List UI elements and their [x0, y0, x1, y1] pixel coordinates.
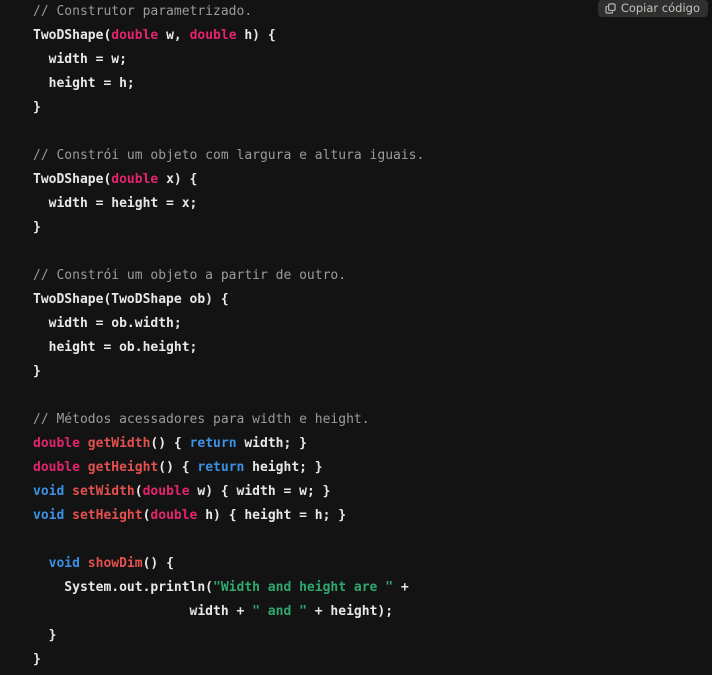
code-content[interactable]: // Construtor parametrizado. TwoDShape(do…	[33, 0, 424, 672]
code-token: }	[33, 364, 41, 379]
code-line: System.out.println("Width and height are…	[33, 576, 424, 600]
code-token: width = w;	[33, 52, 127, 67]
code-token: w,	[158, 28, 190, 43]
code-token: + height);	[306, 604, 394, 619]
code-token: void	[48, 556, 80, 571]
code-line: }	[33, 216, 424, 240]
code-line: double getWidth() { return width; }	[33, 432, 424, 456]
code-token: width; }	[236, 436, 307, 451]
code-token: // Constrói um objeto com largura e altu…	[33, 148, 425, 163]
code-line: // Constrói um objeto com largura e altu…	[33, 144, 424, 168]
code-token: TwoDShape(	[33, 172, 112, 187]
copy-code-label: Copiar código	[620, 1, 700, 15]
code-token: getHeight	[87, 460, 159, 475]
code-token: double	[142, 484, 190, 499]
code-token: double	[111, 28, 159, 43]
code-token: void	[33, 484, 65, 499]
code-line: TwoDShape(double x) {	[33, 168, 424, 192]
copy-code-button[interactable]: Copiar código	[597, 0, 708, 17]
code-token: h) {	[236, 28, 276, 43]
code-line: width = w;	[33, 48, 424, 72]
code-token: return	[189, 436, 237, 451]
code-line: void setWidth(double w) { width = w; }	[33, 480, 424, 504]
code-line: width + " and " + height);	[33, 600, 424, 624]
code-token: // Constrói um objeto a partir de outro.	[33, 268, 347, 283]
code-line: void showDim() {	[33, 552, 424, 576]
code-token: () {	[150, 436, 190, 451]
code-line: double getHeight() { return height; }	[33, 456, 424, 480]
code-token: width = ob.width;	[33, 316, 182, 331]
code-token: height = ob.height;	[33, 340, 198, 355]
code-token: double	[33, 460, 80, 475]
code-token: () {	[142, 556, 174, 571]
code-token: x) {	[158, 172, 198, 187]
code-line: }	[33, 624, 424, 648]
code-block: Copiar código // Construtor parametrizad…	[0, 0, 712, 675]
code-line: height = ob.height;	[33, 336, 424, 360]
code-token: // Construtor parametrizado.	[33, 4, 253, 19]
code-line: // Construtor parametrizado.	[33, 0, 424, 24]
code-token: "Width and height are "	[213, 580, 394, 595]
code-line: TwoDShape(TwoDShape ob) {	[33, 288, 424, 312]
code-token: (	[134, 484, 143, 499]
code-token: // Métodos acessadores para width e heig…	[33, 412, 370, 427]
code-token: TwoDShape(	[33, 28, 112, 43]
code-token: TwoDShape(TwoDShape ob) {	[33, 292, 229, 307]
code-token: double	[150, 508, 198, 523]
code-line: // Métodos acessadores para width e heig…	[33, 408, 424, 432]
code-token: }	[33, 652, 41, 667]
code-line: }	[33, 648, 424, 672]
code-line: width = height = x;	[33, 192, 424, 216]
code-token: }	[33, 628, 57, 643]
code-token: setHeight	[72, 508, 143, 523]
code-token: height; }	[244, 460, 323, 475]
code-token: height = h;	[33, 76, 135, 91]
code-token: width = height = x;	[33, 196, 198, 211]
code-token: w) { width = w; }	[189, 484, 331, 499]
screenshot-root: Copiar código // Construtor parametrizad…	[0, 0, 720, 675]
code-token: return	[197, 460, 245, 475]
code-token: width +	[33, 604, 253, 619]
code-line: }	[33, 360, 424, 384]
code-line: TwoDShape(double w, double h) {	[33, 24, 424, 48]
code-token: System.out.println(	[33, 580, 214, 595]
code-token: double	[33, 436, 80, 451]
code-token: }	[33, 100, 41, 115]
code-line: }	[33, 96, 424, 120]
code-token: +	[393, 580, 409, 595]
code-token: void	[33, 508, 65, 523]
code-line: void setHeight(double h) { height = h; }	[33, 504, 424, 528]
code-token: " and "	[252, 604, 307, 619]
code-line: height = h;	[33, 72, 424, 96]
code-token: () {	[158, 460, 198, 475]
copy-icon	[605, 3, 616, 14]
code-token: double	[111, 172, 159, 187]
code-line: // Constrói um objeto a partir de outro.	[33, 264, 424, 288]
code-token: showDim	[87, 556, 143, 571]
code-token: h) { height = h; }	[197, 508, 347, 523]
code-token: double	[189, 28, 237, 43]
code-line: width = ob.width;	[33, 312, 424, 336]
code-token: }	[33, 220, 41, 235]
code-token: setWidth	[72, 484, 135, 499]
code-token: getWidth	[87, 436, 151, 451]
